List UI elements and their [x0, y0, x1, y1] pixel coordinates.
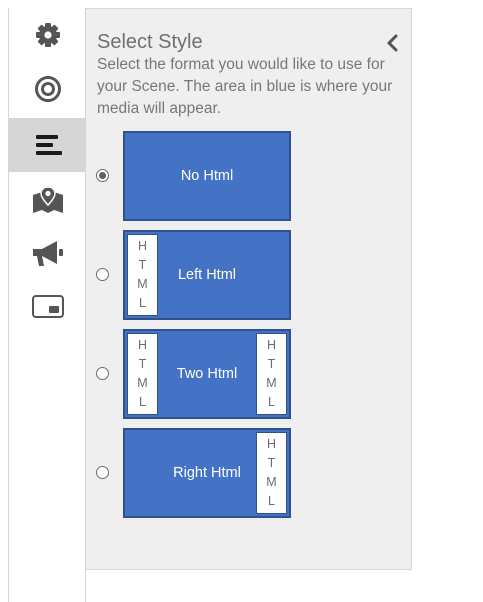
html-letter: L: [139, 395, 146, 409]
style-label: No Html: [180, 168, 234, 184]
sidebar-item-target[interactable]: [9, 62, 86, 116]
html-letter: M: [266, 376, 277, 390]
target-icon: [34, 75, 62, 103]
html-letter: H: [137, 338, 148, 352]
html-letter: T: [267, 456, 276, 470]
map-pin-icon: [31, 185, 65, 215]
style-preview-left-html[interactable]: H T M L Left Html: [123, 230, 291, 320]
megaphone-icon: [31, 239, 65, 269]
style-label: Left Html: [177, 267, 236, 283]
style-radio-two-html[interactable]: [96, 367, 109, 380]
style-option-two-html: H T M L Two Html H T M L: [86, 329, 412, 419]
style-option-right-html: Right Html H T M L: [86, 428, 412, 518]
sidebar-nav: [8, 8, 86, 602]
style-option-left-html: H T M L Left Html: [86, 230, 412, 320]
style-option-no-html: No Html: [86, 131, 412, 221]
sidebar-item-settings[interactable]: [9, 8, 86, 62]
html-letter: M: [266, 475, 277, 489]
html-letter: H: [137, 239, 148, 253]
gear-icon: [34, 21, 62, 49]
panel-description: Select the format you would like to use …: [97, 56, 393, 117]
collapse-panel-button[interactable]: [384, 34, 402, 56]
select-style-panel: Select Style Select the format you would…: [86, 8, 412, 570]
html-letter: L: [268, 494, 275, 508]
panel-title: Select Style: [97, 31, 203, 53]
sidebar-item-style[interactable]: [9, 118, 86, 172]
html-letter: L: [268, 395, 275, 409]
sidebar-item-map[interactable]: [9, 173, 86, 227]
html-region-right: H T M L: [256, 432, 287, 514]
sidebar-item-announcements[interactable]: [9, 227, 86, 281]
style-radio-no-html[interactable]: [96, 169, 109, 182]
html-letter: H: [266, 437, 277, 451]
hamburger-menu-icon: [33, 131, 63, 159]
html-letter: H: [266, 338, 277, 352]
chevron-left-icon: [386, 33, 400, 58]
style-preview-two-html[interactable]: H T M L Two Html H T M L: [123, 329, 291, 419]
html-letter: L: [139, 296, 146, 310]
html-letter: T: [267, 357, 276, 371]
html-region-right: H T M L: [256, 333, 287, 415]
style-radio-right-html[interactable]: [96, 466, 109, 479]
style-preview-right-html[interactable]: Right Html H T M L: [123, 428, 291, 518]
picture-in-picture-icon: [31, 294, 65, 320]
style-preview-no-html[interactable]: No Html: [123, 131, 291, 221]
style-radio-left-html[interactable]: [96, 268, 109, 281]
sidebar-item-picture-in-picture[interactable]: [9, 280, 86, 334]
